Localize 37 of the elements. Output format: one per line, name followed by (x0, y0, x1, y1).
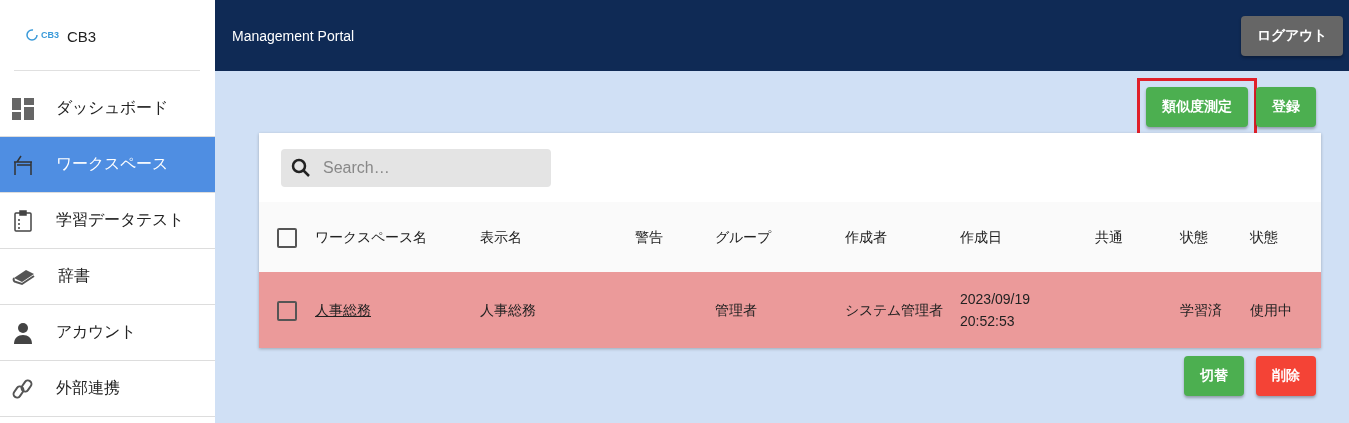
table-cell: システム管理者 (845, 302, 943, 318)
logo-icon (26, 29, 38, 41)
column-header: 警告 (635, 228, 663, 245)
link-icon (12, 377, 34, 400)
checkbox[interactable] (277, 227, 297, 248)
nav-label: 辞書 (58, 266, 90, 286)
column-header: 作成者 (845, 228, 887, 245)
nav-label: ワークスペース (56, 154, 168, 174)
nav-label: 学習データテスト (56, 210, 184, 230)
dashboard-icon (12, 97, 34, 120)
table-cell: 学習済 (1180, 302, 1222, 318)
table-cell: 管理者 (715, 302, 757, 318)
brand-name: CB3 (67, 27, 97, 45)
table-cell: 2023/09/19 20:52:53 (960, 291, 1031, 329)
column-header: ワークスペース名 (315, 228, 427, 245)
search-icon (291, 158, 311, 178)
clipboard-icon (12, 209, 34, 232)
table-cell: 人事総務 (480, 302, 536, 318)
nav-label: アカウント (56, 322, 136, 342)
column-header: 状態 (1250, 228, 1278, 245)
column-header: 状態 (1180, 228, 1208, 245)
column-header: グループ (715, 228, 771, 245)
workspace-link[interactable]: 人事総務 (315, 302, 371, 318)
checkbox[interactable] (277, 301, 297, 322)
logo-text: CB3 (41, 30, 59, 40)
column-header: 共通 (1095, 228, 1123, 245)
desk-icon (12, 153, 34, 176)
column-header: 表示名 (480, 228, 522, 245)
logout-button[interactable]: ログアウト (1241, 15, 1343, 56)
nav-label: ダッシュボード (56, 98, 168, 118)
nav-label: 外部連携 (56, 378, 120, 398)
column-header: 作成日 (960, 228, 1002, 245)
portal-title: Management Portal (232, 27, 355, 44)
action-button[interactable]: 削除 (1256, 356, 1316, 396)
person-icon (12, 321, 34, 344)
search-field[interactable]: Search… (281, 149, 551, 187)
table-cell: 使用中 (1250, 302, 1292, 318)
